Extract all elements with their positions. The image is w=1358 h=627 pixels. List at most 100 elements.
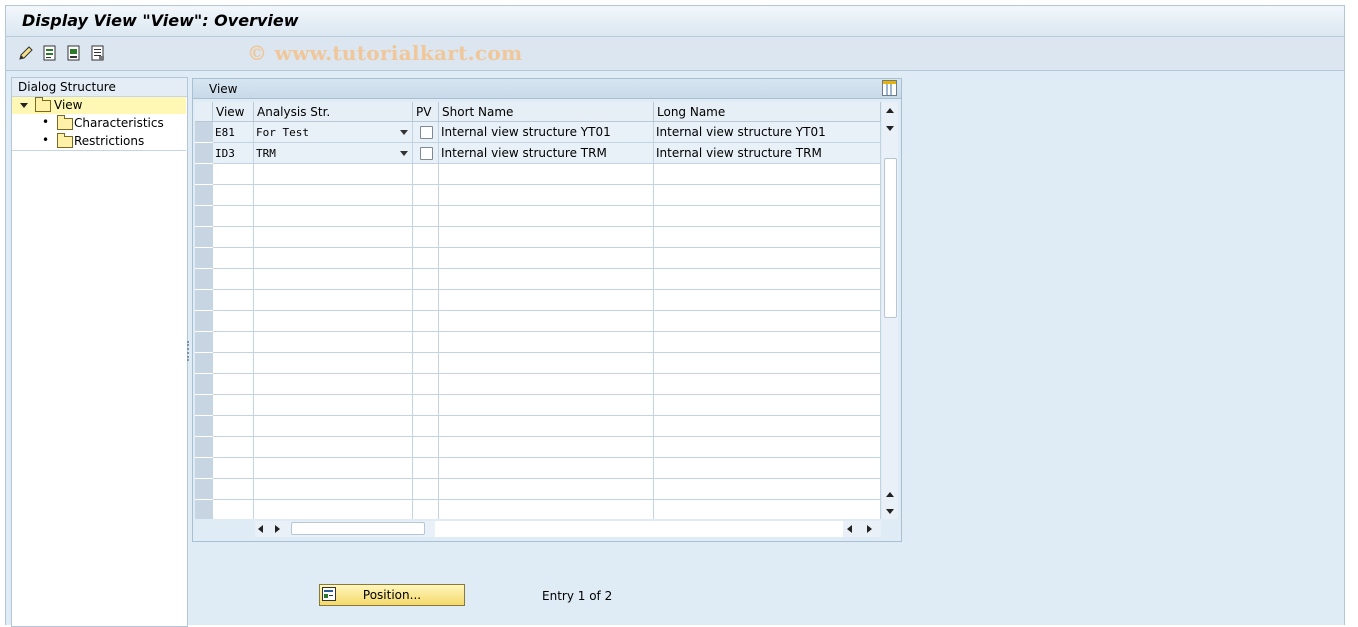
cell-analysis-str: [254, 185, 413, 206]
cell-analysis-str[interactable]: TRM: [254, 143, 413, 164]
row-selector[interactable]: [195, 290, 213, 311]
row-selector[interactable]: [195, 269, 213, 290]
cell-view: [213, 416, 254, 437]
cell-pv[interactable]: [413, 122, 439, 143]
row-selector[interactable]: [195, 500, 213, 519]
col-header-short-name[interactable]: Short Name: [439, 102, 654, 122]
row-selector[interactable]: [195, 122, 213, 143]
cell-short-name: [439, 479, 654, 500]
cell-analysis-str[interactable]: For Test: [254, 122, 413, 143]
details-icon[interactable]: [90, 45, 106, 61]
scroll-right-icon[interactable]: [275, 525, 280, 533]
cell-short-name[interactable]: Internal view structure TRM: [439, 143, 654, 164]
analysis-value: For Test: [256, 126, 309, 139]
scroll-left-icon[interactable]: [847, 525, 852, 533]
select-all-icon[interactable]: [42, 45, 58, 61]
col-header-view[interactable]: View: [213, 102, 254, 122]
cell-pv: [413, 374, 439, 395]
cell-pv: [413, 353, 439, 374]
bullet-icon: •: [42, 115, 50, 129]
horizontal-scroll-thumb[interactable]: [291, 522, 425, 535]
cell-long-name: [654, 311, 881, 332]
cell-analysis-str: [254, 437, 413, 458]
cell-long-name: [654, 185, 881, 206]
cell-long-name: [654, 458, 881, 479]
select-all-header[interactable]: [195, 102, 213, 122]
vertical-scroll-thumb[interactable]: [884, 158, 897, 318]
cell-short-name[interactable]: Internal view structure YT01: [439, 122, 654, 143]
view-value: E81: [215, 126, 235, 139]
cell-view[interactable]: ID3: [213, 143, 254, 164]
cell-pv: [413, 290, 439, 311]
edit-pencil-icon[interactable]: [18, 45, 34, 61]
cell-long-name: [654, 332, 881, 353]
cell-analysis-str: [254, 458, 413, 479]
folder-icon: [57, 115, 73, 130]
cell-analysis-str: [254, 311, 413, 332]
cell-long-name[interactable]: Internal view structure TRM: [654, 143, 881, 164]
cell-pv: [413, 269, 439, 290]
cell-long-name: [654, 374, 881, 395]
dialog-structure-panel: Dialog Structure View • Characteristics …: [11, 77, 188, 627]
row-selector[interactable]: [195, 395, 213, 416]
tree-item-view[interactable]: View: [12, 97, 186, 114]
cell-long-name[interactable]: Internal view structure YT01: [654, 122, 881, 143]
cell-short-name: [439, 269, 654, 290]
cell-long-name: [654, 416, 881, 437]
tree-item-restrictions[interactable]: • Restrictions: [12, 133, 186, 151]
row-selector[interactable]: [195, 164, 213, 185]
scroll-left-icon[interactable]: [258, 525, 263, 533]
row-selector[interactable]: [195, 374, 213, 395]
cell-short-name: [439, 437, 654, 458]
row-selector[interactable]: [195, 416, 213, 437]
table-settings-icon[interactable]: [882, 80, 897, 96]
cell-view: [213, 206, 254, 227]
scroll-down-icon[interactable]: [886, 126, 894, 131]
position-button[interactable]: Position...: [319, 584, 465, 606]
expand-arrow-icon[interactable]: [20, 103, 28, 108]
pv-checkbox[interactable]: [420, 147, 433, 160]
horizontal-scrollbar-main[interactable]: [843, 521, 881, 537]
scroll-page-up-icon[interactable]: [886, 492, 894, 497]
cell-pv: [413, 164, 439, 185]
row-selector[interactable]: [195, 227, 213, 248]
dropdown-arrow-icon[interactable]: [400, 151, 408, 156]
cell-view: [213, 332, 254, 353]
deselect-icon[interactable]: [66, 45, 82, 61]
row-selector[interactable]: [195, 332, 213, 353]
cell-pv: [413, 479, 439, 500]
cell-view: [213, 500, 254, 519]
cell-short-name: [439, 416, 654, 437]
cell-short-name: [439, 290, 654, 311]
cell-analysis-str: [254, 332, 413, 353]
col-header-analysis[interactable]: Analysis Str.: [254, 102, 413, 122]
cell-short-name: [439, 227, 654, 248]
panel-splitter[interactable]: [187, 341, 191, 361]
row-selector[interactable]: [195, 479, 213, 500]
row-selector[interactable]: [195, 458, 213, 479]
toolbar: © www.tutorialkart.com: [6, 37, 1344, 71]
tree-item-characteristics[interactable]: • Characteristics: [12, 115, 186, 132]
dropdown-arrow-icon[interactable]: [400, 130, 408, 135]
row-selector[interactable]: [195, 437, 213, 458]
row-selector[interactable]: [195, 206, 213, 227]
cell-pv[interactable]: [413, 143, 439, 164]
row-selector[interactable]: [195, 143, 213, 164]
row-selector[interactable]: [195, 185, 213, 206]
cell-analysis-str: [254, 248, 413, 269]
cell-view[interactable]: E81: [213, 122, 254, 143]
scroll-page-down-icon[interactable]: [886, 509, 894, 514]
horizontal-scrollbar-fixed[interactable]: [255, 521, 435, 537]
cell-short-name: [439, 458, 654, 479]
col-header-long-name[interactable]: Long Name: [654, 102, 881, 122]
row-selector[interactable]: [195, 248, 213, 269]
scroll-up-icon[interactable]: [886, 108, 894, 113]
scroll-right-icon[interactable]: [867, 525, 872, 533]
row-selector[interactable]: [195, 353, 213, 374]
pv-checkbox[interactable]: [420, 126, 433, 139]
vertical-scrollbar[interactable]: [882, 102, 898, 519]
dialog-structure-header: Dialog Structure: [12, 78, 187, 97]
col-header-pv[interactable]: PV: [413, 102, 439, 122]
row-selector[interactable]: [195, 311, 213, 332]
cell-view: [213, 437, 254, 458]
